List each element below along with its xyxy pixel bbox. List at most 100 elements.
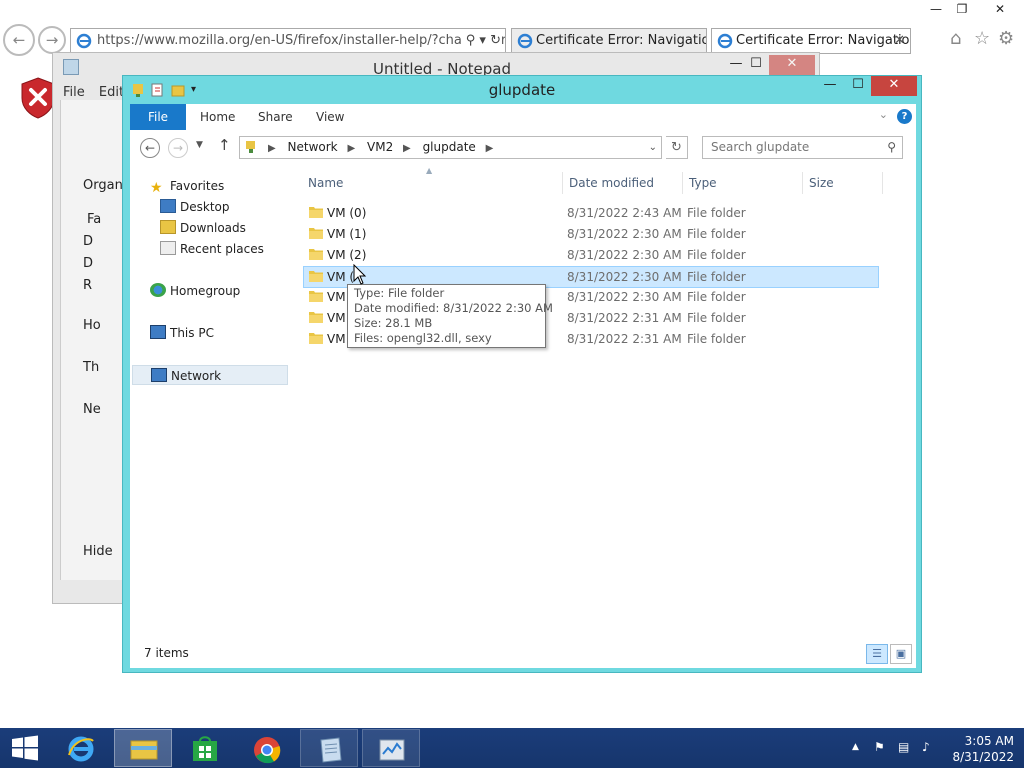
explorer-behind-nav-item[interactable]: Th	[83, 360, 99, 375]
close-button[interactable]: ✕	[871, 76, 917, 96]
explorer-behind-nav-item[interactable]: R	[83, 278, 92, 293]
folder-icon	[309, 249, 323, 260]
nav-label: Homegroup	[170, 284, 241, 298]
file-row[interactable]: VM (0) 8/31/2022 2:43 AM File folder	[304, 203, 878, 223]
breadcrumb-separator-icon[interactable]: ▶	[486, 143, 494, 154]
folder-icon	[309, 312, 323, 323]
nav-downloads[interactable]: Downloads	[160, 218, 246, 238]
taskbar-chrome[interactable]	[238, 729, 296, 767]
ie-back-button[interactable]: ←	[3, 24, 35, 56]
explorer-behind-nav-item[interactable]: D	[83, 256, 93, 271]
nav-this-pc[interactable]: This PC	[150, 323, 214, 343]
tab-file[interactable]: File	[130, 104, 186, 130]
column-divider[interactable]	[562, 172, 563, 194]
help-icon[interactable]: ?	[897, 109, 912, 124]
explorer-behind-nav-item[interactable]: Ne	[83, 402, 101, 417]
network-status-icon[interactable]: ▤	[898, 740, 909, 754]
sort-ascending-icon: ▲	[426, 166, 433, 175]
maximize-button[interactable]: ☐	[743, 55, 769, 75]
close-button[interactable]: ✕	[984, 0, 1016, 20]
ie-tab-label: Certificate Error: Navigation...	[736, 33, 911, 48]
explorer-behind-toolbar-text: Organi	[83, 178, 127, 193]
nav-homegroup[interactable]: Homegroup	[150, 281, 240, 301]
taskbar-internet-explorer[interactable]	[52, 729, 110, 767]
ie-address-bar[interactable]: https://www.mozilla.org/en-US/firefox/in…	[70, 28, 506, 54]
address-bar[interactable]: ▶ Network ▶ VM2 ▶ glupdate ▶ ⌄	[239, 136, 662, 159]
menu-file[interactable]: File	[63, 85, 85, 100]
nav-label: Network	[171, 369, 222, 383]
column-header-date[interactable]: Date modified	[569, 172, 654, 194]
tab-home[interactable]: Home	[200, 104, 235, 130]
column-header-type[interactable]: Type	[689, 172, 717, 194]
restore-button[interactable]: ❐	[948, 0, 976, 20]
forward-button[interactable]: →	[168, 138, 188, 158]
nav-network[interactable]: Network	[132, 365, 288, 385]
column-header-size[interactable]: Size	[809, 172, 834, 194]
explorer-behind-nav-item[interactable]: Ho	[83, 318, 101, 333]
menu-edit[interactable]: Edit	[99, 85, 124, 100]
breadcrumb-separator-icon[interactable]: ▶	[268, 143, 276, 154]
file-date: 8/31/2022 2:31 AM	[567, 332, 682, 346]
back-button[interactable]: ←	[140, 138, 160, 158]
breadcrumb-network[interactable]: Network	[288, 140, 338, 154]
taskbar-notepad[interactable]	[300, 729, 358, 767]
refresh-button[interactable]: ↻	[666, 136, 688, 159]
taskbar-file-explorer[interactable]	[114, 729, 172, 767]
tab-share[interactable]: Share	[258, 104, 293, 130]
maximize-button[interactable]: ☐	[841, 76, 875, 96]
item-count: 7 items	[144, 646, 189, 660]
ie-window: ← → https://www.mozilla.org/en-US/firefo…	[0, 0, 1024, 56]
file-type: File folder	[687, 227, 746, 241]
minimize-button[interactable]: —	[922, 0, 950, 20]
ie-logo-icon	[517, 33, 533, 49]
search-icon[interactable]: ⚲	[887, 137, 896, 158]
breadcrumb-glupdate[interactable]: glupdate	[423, 140, 476, 154]
explorer-content: ★ Favorites Desktop Downloads Recent plac…	[130, 166, 916, 668]
column-divider[interactable]	[682, 172, 683, 194]
tab-view[interactable]: View	[316, 104, 344, 130]
search-input[interactable]: Search glupdate ⚲	[702, 136, 903, 159]
settings-gear-icon[interactable]: ⚙	[998, 28, 1014, 49]
breadcrumb-separator-icon[interactable]: ▶	[347, 143, 355, 154]
explorer-behind-nav-item[interactable]: Fa	[87, 212, 101, 227]
file-row[interactable]: VM (1) 8/31/2022 2:30 AM File folder	[304, 224, 878, 244]
hide-folders-button[interactable]: Hide	[83, 544, 113, 559]
volume-icon[interactable]: ♪	[922, 740, 930, 754]
file-type: File folder	[687, 311, 746, 325]
ie-logo-icon	[717, 33, 733, 49]
action-center-flag-icon[interactable]: ⚑	[874, 740, 885, 754]
breadcrumb-vm2[interactable]: VM2	[367, 140, 393, 154]
folder-icon	[309, 228, 323, 239]
nav-label: Favorites	[170, 179, 225, 193]
close-button[interactable]: ✕	[769, 55, 815, 75]
column-header-name[interactable]: Name	[308, 172, 343, 194]
column-divider[interactable]	[882, 172, 883, 194]
details-view-button[interactable]: ☰	[866, 644, 888, 664]
ie-tab-active[interactable]: Certificate Error: Navigation... ✕	[711, 28, 911, 54]
show-hidden-icons-icon[interactable]: ▲	[852, 742, 859, 752]
nav-desktop[interactable]: Desktop	[160, 197, 230, 217]
expand-ribbon-icon[interactable]: ⌄	[879, 108, 888, 121]
explorer-behind-nav-item[interactable]: D	[83, 234, 93, 249]
home-icon[interactable]: ⌂	[950, 28, 961, 49]
clock[interactable]: 3:05 AM 8/31/2022	[934, 733, 1014, 765]
favorites-star-icon[interactable]: ☆	[974, 28, 990, 49]
taskbar-store[interactable]	[176, 729, 234, 767]
breadcrumb-separator-icon[interactable]: ▶	[403, 143, 411, 154]
ie-forward-button[interactable]: →	[38, 26, 66, 54]
nav-recent-places[interactable]: Recent places	[160, 239, 264, 259]
up-arrow-icon[interactable]: ↑	[218, 136, 231, 154]
nav-label: Downloads	[180, 221, 246, 235]
column-divider[interactable]	[802, 172, 803, 194]
start-button[interactable]	[0, 729, 50, 767]
taskbar-task-manager[interactable]	[362, 729, 420, 767]
large-icons-view-button[interactable]: ▣	[890, 644, 912, 664]
file-row[interactable]: VM (2) 8/31/2022 2:30 AM File folder	[304, 245, 878, 265]
recent-locations-icon[interactable]: ▼	[196, 140, 203, 150]
security-shield-error-icon	[21, 77, 55, 119]
close-tab-icon[interactable]: ✕	[894, 29, 905, 53]
address-dropdown-icon[interactable]: ⌄	[649, 137, 657, 158]
ie-tab[interactable]: Certificate Error: Navigation Bl...	[511, 28, 707, 54]
ie-address-tools[interactable]: ⚲ ▾ ↻	[461, 29, 501, 53]
nav-favorites[interactable]: ★ Favorites	[150, 176, 224, 196]
